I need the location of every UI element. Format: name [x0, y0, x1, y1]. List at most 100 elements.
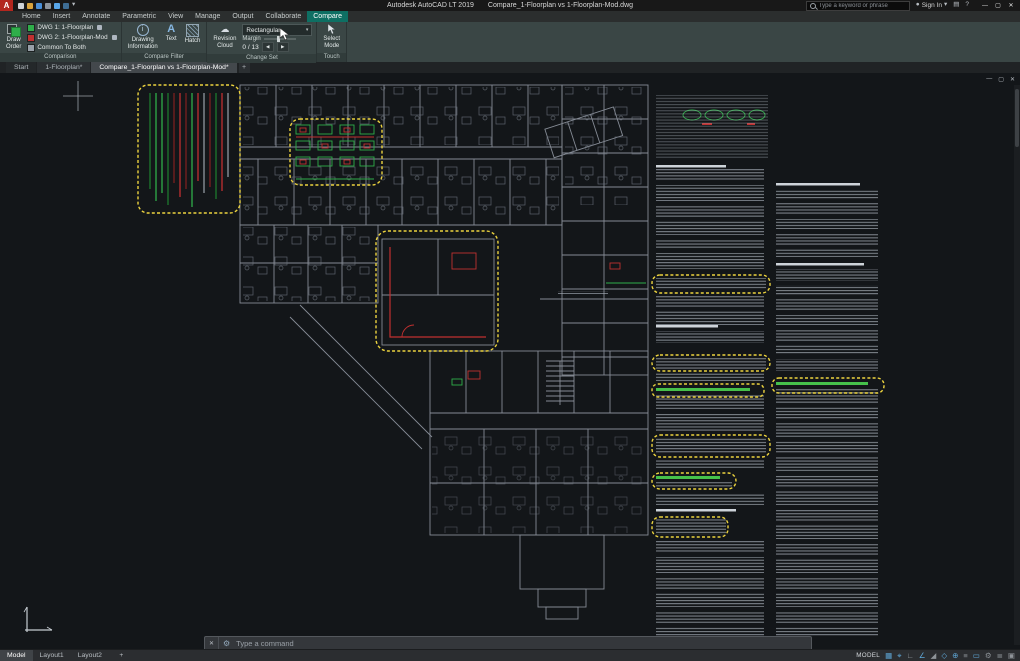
panel-comparison: Draw Order DWG 1: 1-Floorplan DWG 2: 1-F… [0, 22, 122, 62]
draw-order-button[interactable]: Draw Order [4, 23, 23, 52]
ucs-icon [24, 607, 52, 632]
next-change-button[interactable]: ▶ [277, 42, 289, 52]
restore-button[interactable]: ▢ [992, 0, 1004, 11]
panel-compare-filter: i Drawing Information A Text Hatch Compa… [122, 22, 208, 62]
info-icon: i [137, 24, 149, 36]
ribbon-tab-output[interactable]: Output [226, 11, 259, 22]
lineweight-icon[interactable]: ≡ [963, 652, 967, 660]
chevron-down-icon: ▾ [944, 2, 947, 9]
text-filter-icon: A [167, 24, 175, 35]
file-tab-floorplan[interactable]: 1-Floorplan* [37, 62, 90, 73]
workspace-gear-icon[interactable]: ⚙ [985, 652, 992, 660]
status-toggles: MODEL ▦ ⌖ ∟ ∠ ◢ ◇ ⊕ ≡ ▭ ⚙ ≣ ▣ [856, 650, 1020, 661]
compare-ribbon: Draw Order DWG 1: 1-Floorplan DWG 2: 1-F… [0, 22, 1020, 62]
object-snap-icon[interactable]: ◇ [941, 652, 947, 660]
vertical-scrollbar[interactable] [1014, 85, 1020, 645]
text-filter-button[interactable]: A Text [164, 23, 179, 52]
previous-change-button[interactable]: ◀ [262, 42, 274, 52]
help-icon[interactable]: ? [965, 2, 969, 9]
titlebar-right: ● Sign In ▾ ▤ ? — ▢ ✕ [806, 0, 1020, 11]
hatch-filter-button[interactable]: Hatch [183, 23, 203, 52]
panel-touch: Select Mode Touch [317, 22, 347, 62]
new-drawing-tab-button[interactable]: + [239, 62, 250, 73]
doc-restore-button[interactable]: ▢ [998, 76, 1004, 83]
clean-screen-icon[interactable]: ▣ [1008, 652, 1015, 660]
dwg1-color-swatch[interactable] [27, 24, 35, 32]
common-color-swatch[interactable] [27, 44, 35, 52]
window-controls: — ▢ ✕ [979, 0, 1017, 11]
qat-dropdown-icon[interactable]: ▾ [72, 2, 75, 9]
apps-icon[interactable]: ▤ [953, 2, 959, 9]
ribbon-tab-compare[interactable]: Compare [307, 11, 348, 22]
compare-line-cluster [150, 93, 228, 207]
model-space-indicator[interactable]: MODEL [856, 652, 880, 659]
ribbon-empty-area [347, 22, 1020, 62]
change-set-counter: 0 / 13 [242, 44, 258, 51]
dwg2-options-icon[interactable] [112, 35, 117, 40]
drawing-area[interactable]: — ▢ ✕ [0, 73, 1020, 649]
sign-in-button[interactable]: ● Sign In ▾ [916, 2, 947, 9]
open-file-icon[interactable] [27, 3, 33, 9]
document-title: Compare_1-Floorplan vs 1-Floorplan-Mod.d… [488, 2, 633, 9]
doc-close-button[interactable]: ✕ [1010, 76, 1015, 83]
command-customize-icon[interactable]: ⚙ [223, 639, 230, 648]
polar-tracking-icon[interactable]: ∠ [919, 652, 926, 660]
snap-icon[interactable]: ⌖ [897, 652, 901, 660]
model-tab[interactable]: Model [0, 650, 33, 661]
ribbon-tab-bar: Home Insert Annotate Parametric View Man… [0, 11, 1020, 22]
quick-access-toolbar: ▾ [18, 2, 75, 9]
grid-icon[interactable]: ▦ [885, 652, 892, 660]
dwg2-color-swatch[interactable] [27, 34, 35, 42]
ribbon-tab-view[interactable]: View [162, 11, 189, 22]
drawing-information-button[interactable]: i Drawing Information [126, 23, 160, 52]
ribbon-tab-insert[interactable]: Insert [47, 11, 77, 22]
ribbon-tab-manage[interactable]: Manage [189, 11, 226, 22]
ribbon-tab-parametric[interactable]: Parametric [116, 11, 162, 22]
dwg1-toggle[interactable]: DWG 1: 1-Floorplan [27, 24, 116, 32]
print-icon[interactable] [45, 3, 51, 9]
document-window-controls: — ▢ ✕ [986, 76, 1015, 83]
file-tab-compare[interactable]: Compare_1-Floorplan vs 1-Floorplan-Mod* [91, 62, 236, 73]
panel-label-touch[interactable]: Touch [317, 53, 346, 62]
common-toggle[interactable]: Common To Both [27, 44, 116, 52]
hatch-filter-icon [186, 24, 199, 37]
panel-label-compare-filter[interactable]: Compare Filter [122, 53, 207, 62]
user-icon: ● [916, 2, 920, 9]
panel-label-change-set[interactable]: Change Set [207, 54, 316, 63]
panel-label-comparison[interactable]: Comparison [0, 53, 121, 62]
ribbon-tab-home[interactable]: Home [16, 11, 47, 22]
isodraft-icon[interactable]: ◢ [931, 652, 937, 660]
draw-order-icon [7, 24, 20, 36]
save-icon[interactable] [36, 3, 42, 9]
ortho-icon[interactable]: ∟ [906, 652, 913, 660]
compare-legend: DWG 1: 1-Floorplan DWG 2: 1-Floorplan-Mo… [27, 23, 116, 52]
mouse-cursor [279, 27, 291, 41]
command-input[interactable] [234, 638, 811, 649]
select-mode-button[interactable]: Select Mode [321, 23, 342, 52]
ribbon-tab-annotate[interactable]: Annotate [76, 11, 116, 22]
new-file-icon[interactable] [18, 3, 24, 9]
close-button[interactable]: ✕ [1005, 0, 1017, 11]
layout1-tab[interactable]: Layout1 [33, 650, 71, 661]
layout2-tab[interactable]: Layout2 [71, 650, 109, 661]
customization-icon[interactable]: ≣ [997, 652, 1003, 660]
floorplan-drawing[interactable] [0, 73, 1020, 649]
revision-cloud-button[interactable]: ☁ Revision Cloud [211, 23, 238, 53]
object-snap-tracking-icon[interactable]: ⊕ [952, 652, 958, 660]
dwg2-toggle[interactable]: DWG 2: 1-Floorplan-Mod [27, 34, 116, 42]
ribbon-tab-collaborate[interactable]: Collaborate [259, 11, 307, 22]
new-layout-button[interactable]: + [109, 650, 134, 661]
dwg1-options-icon[interactable] [97, 25, 102, 30]
undo-icon[interactable] [54, 3, 60, 9]
search-input[interactable] [819, 3, 906, 9]
annotation-scale-icon[interactable]: ▭ [973, 652, 980, 660]
file-tab-start[interactable]: Start [6, 62, 36, 73]
crosshair-icon [63, 81, 93, 111]
help-search [806, 1, 910, 11]
redo-icon[interactable] [63, 3, 69, 9]
app-logo-icon[interactable]: A [0, 0, 13, 11]
minimize-button[interactable]: — [979, 0, 991, 11]
doc-minimize-button[interactable]: — [986, 76, 992, 83]
cloud-style-dropdown[interactable]: Rectangular ▾ [242, 24, 312, 36]
scrollbar-thumb[interactable] [1015, 89, 1019, 147]
